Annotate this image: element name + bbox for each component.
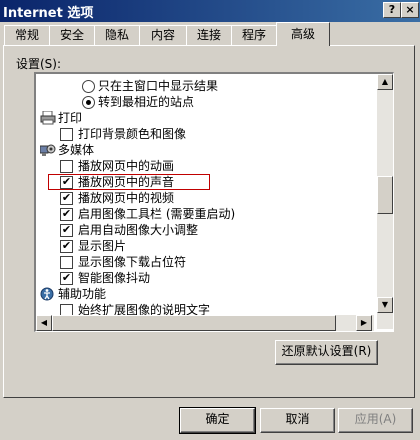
checkbox[interactable]: ✔ (60, 224, 73, 237)
tab-strip: 常规 安全 隐私 内容 连接 程序 高级 (0, 22, 420, 46)
accessibility-icon (40, 287, 56, 301)
radio-button[interactable] (82, 96, 95, 109)
list-item-6[interactable]: ✔ 播放网页中的声音 (36, 174, 374, 190)
checkbox[interactable]: ✔ (60, 192, 73, 205)
list-item-5[interactable]: 播放网页中的动画 (36, 158, 374, 174)
help-button[interactable]: ? (383, 2, 401, 18)
close-button[interactable]: × (401, 2, 419, 18)
hscroll-thumb[interactable] (52, 315, 336, 331)
checkbox[interactable] (60, 128, 73, 141)
tab-advanced[interactable]: 高级 (276, 22, 330, 46)
tab-content[interactable]: 内容 (139, 25, 187, 45)
list-item-label: 启用图像工具栏 (需要重启动) (78, 207, 236, 221)
list-item-7[interactable]: ✔ 播放网页中的视频 (36, 190, 374, 206)
list-item-4: 多媒体 (36, 142, 374, 158)
printer-icon (40, 110, 56, 125)
title-bar: Internet 选项 ? × (0, 0, 420, 22)
scroll-right-button[interactable]: ▶ (356, 315, 372, 331)
list-item-label: 显示图像下载占位符 (78, 255, 187, 269)
list-item-label: 打印 (58, 111, 83, 125)
restore-defaults-button[interactable]: 还原默认设置(R) (275, 340, 378, 365)
scroll-up-button[interactable]: ▲ (377, 74, 393, 90)
vertical-scrollbar[interactable]: ▲ ▼ (377, 74, 393, 329)
list-item-label: 启用自动图像大小调整 (78, 223, 199, 237)
tab-general[interactable]: 常规 (4, 25, 50, 45)
list-item-label: 播放网页中的动画 (78, 159, 175, 173)
list-item-label: 辅助功能 (58, 287, 107, 301)
list-item-label: 转到最相近的站点 (98, 95, 195, 109)
scroll-down-button[interactable]: ▼ (377, 297, 393, 313)
tab-privacy[interactable]: 隐私 (94, 25, 140, 45)
list-item-3[interactable]: 打印背景颜色和图像 (36, 126, 374, 142)
list-item-2: 打印 (36, 110, 374, 126)
cancel-button[interactable]: 取消 (260, 408, 335, 433)
settings-list[interactable]: 只在主窗口中显示结果 转到最相近的站点打印打印背景颜色和图像多媒体播放网页中的动画… (34, 72, 394, 332)
list-item-label: 打印背景颜色和图像 (78, 127, 187, 141)
list-item-11[interactable]: 显示图像下载占位符 (36, 254, 374, 270)
list-item-label: 只在主窗口中显示结果 (98, 79, 219, 93)
tab-security[interactable]: 安全 (49, 25, 95, 45)
list-item-13: 辅助功能 (36, 286, 374, 302)
checkbox[interactable]: ✔ (60, 272, 73, 285)
list-item-1[interactable]: 转到最相近的站点 (36, 94, 374, 110)
focus-rectangle (48, 174, 210, 190)
list-item-label: 多媒体 (58, 143, 95, 157)
checkbox[interactable]: ✔ (60, 240, 73, 253)
ok-button[interactable]: 确定 (179, 407, 256, 434)
settings-list-viewport: 只在主窗口中显示结果 转到最相近的站点打印打印背景颜色和图像多媒体播放网页中的动画… (36, 74, 374, 329)
apply-button[interactable]: 应用(A) (338, 408, 413, 433)
tab-programs[interactable]: 程序 (231, 25, 277, 45)
radio-button[interactable] (82, 80, 95, 93)
scroll-left-button[interactable]: ◀ (36, 315, 52, 331)
settings-label: 设置(S): (16, 57, 62, 71)
horizontal-scrollbar[interactable]: ◀ ▶ (36, 315, 374, 331)
checkbox[interactable]: ✔ (60, 208, 73, 221)
list-item-8[interactable]: ✔ 启用图像工具栏 (需要重启动) (36, 206, 374, 222)
scroll-thumb[interactable] (377, 176, 393, 214)
checkbox[interactable] (60, 160, 73, 173)
list-item-12[interactable]: ✔ 智能图像抖动 (36, 270, 374, 286)
list-item-9[interactable]: ✔ 启用自动图像大小调整 (36, 222, 374, 238)
list-item-label: 智能图像抖动 (78, 271, 151, 285)
list-item-label: 显示图片 (78, 239, 127, 253)
checkbox[interactable] (60, 256, 73, 269)
list-item-10[interactable]: ✔ 显示图片 (36, 238, 374, 254)
multimedia-icon (39, 143, 56, 157)
list-item-label: 播放网页中的视频 (78, 191, 175, 205)
list-item-0[interactable]: 只在主窗口中显示结果 (36, 78, 374, 94)
window-title: Internet 选项 (3, 5, 94, 21)
tab-connections[interactable]: 连接 (186, 25, 232, 45)
